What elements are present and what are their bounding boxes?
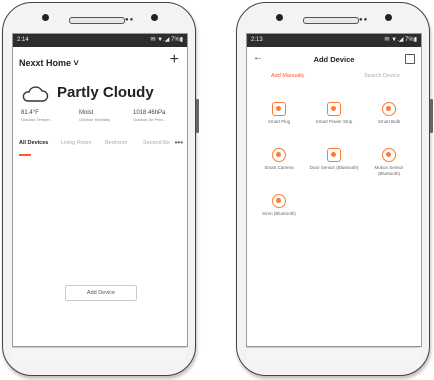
- home-selector[interactable]: Nexxt Home ˅: [19, 58, 79, 68]
- status-time: 2:14: [17, 37, 29, 43]
- stat-humidity: Moist Outdoor Humidity: [79, 110, 110, 122]
- device-label: Motion Sensor (Bluetooth): [374, 165, 404, 176]
- status-icons: ✉ ▼.◢ 7%▮: [150, 37, 183, 43]
- add-device-button[interactable]: Add Device: [65, 285, 137, 301]
- device-label: Smart Plug: [267, 119, 291, 124]
- page-title: Add Device: [313, 55, 355, 64]
- door-sensor-icon: [327, 148, 341, 162]
- tab-add-manually[interactable]: Add Manually: [271, 73, 304, 79]
- tab-bedroom[interactable]: Bedroom: [105, 140, 127, 146]
- cloud-icon: [22, 86, 49, 102]
- stat-label: Outdoor Air Pres...: [133, 117, 166, 122]
- siren-icon: [272, 194, 286, 208]
- camera-dot: [385, 14, 392, 21]
- add-mode-tabs: Add Manually Search Device: [247, 69, 421, 85]
- device-smart-plug[interactable]: Smart Plug: [253, 102, 305, 125]
- weather-text: Partly Cloudy: [57, 84, 154, 101]
- device-door-sensor[interactable]: Door Sensor (Bluetooth): [308, 148, 360, 171]
- status-time: 2:13: [251, 37, 263, 43]
- stat-temperature: 81.4°F Outdoor Temper...: [21, 110, 53, 122]
- camera-dot: [276, 14, 283, 21]
- phone-right: ●● 2:13 ✉ ▼.◢ 7%▮ ← Add Device Add Manua…: [236, 2, 433, 376]
- status-bar: 2:14 ✉ ▼.◢ 7%▮: [13, 34, 187, 47]
- scan-icon[interactable]: [405, 54, 415, 64]
- device-smart-bulb[interactable]: Smart Bulb: [363, 102, 415, 125]
- tab-living-room[interactable]: Living Room: [61, 140, 92, 146]
- camera-dot: [151, 14, 158, 21]
- speaker-grille: [69, 17, 125, 24]
- device-label: Smart Power Strip: [315, 119, 353, 124]
- status-bar: 2:13 ✉ ▼.◢ 7%▮: [247, 34, 421, 47]
- sensor-dots: ●●: [125, 17, 135, 23]
- stat-value: 1018.46hPa: [133, 110, 166, 116]
- device-siren[interactable]: Siren (Bluetooth): [253, 194, 305, 217]
- stat-value: Moist: [79, 110, 94, 116]
- stat-pressure: 1018.46hPa Outdoor Air Pres...: [133, 110, 166, 122]
- stat-label: Outdoor Humidity: [79, 117, 111, 122]
- status-icons: ✉ ▼.◢ 7%▮: [384, 37, 417, 43]
- more-icon[interactable]: •••: [175, 138, 183, 147]
- home-bar: [12, 347, 186, 366]
- camera-icon: [272, 148, 286, 162]
- device-label: Smart Bulb: [377, 119, 401, 124]
- tab-search-device[interactable]: Search Device: [364, 73, 400, 79]
- power-strip-icon: [327, 102, 341, 116]
- stat-value: 81.4°F: [21, 110, 39, 116]
- device-label: Siren (Bluetooth): [262, 211, 296, 216]
- weather-summary: Partly Cloudy: [21, 82, 181, 106]
- tab-indicator: [19, 154, 31, 156]
- home-screen: 2:14 ✉ ▼.◢ 7%▮ Nexxt Home ˅ + Partly Clo…: [12, 33, 188, 347]
- room-tabs: All Devices Living Room Bedroom Second B…: [19, 140, 187, 154]
- side-button: [196, 99, 199, 133]
- device-smart-camera[interactable]: Smart Camera: [253, 148, 305, 171]
- sensor-dots: ●●: [359, 17, 369, 23]
- bulb-icon: [382, 102, 396, 116]
- device-label: Smart Camera: [264, 165, 294, 170]
- home-bar: [246, 347, 420, 366]
- speaker-grille: [303, 17, 359, 24]
- stat-label: Outdoor Temper...: [21, 117, 53, 122]
- add-icon[interactable]: +: [170, 51, 179, 69]
- device-motion-sensor[interactable]: Motion Sensor (Bluetooth): [363, 148, 415, 176]
- device-label: Door Sensor (Bluetooth): [309, 165, 359, 170]
- phone-left: ●● 2:14 ✉ ▼.◢ 7%▮ Nexxt Home ˅ + Partly …: [2, 2, 199, 376]
- motion-sensor-icon: [382, 148, 396, 162]
- device-smart-power-strip[interactable]: Smart Power Strip: [308, 102, 360, 125]
- camera-dot: [42, 14, 49, 21]
- tab-all-devices[interactable]: All Devices: [19, 140, 48, 146]
- plug-icon: [272, 102, 286, 116]
- add-device-screen: 2:13 ✉ ▼.◢ 7%▮ ← Add Device Add Manually…: [246, 33, 422, 347]
- tab-second-bedroom[interactable]: Second Be: [143, 140, 170, 146]
- side-button: [430, 99, 433, 133]
